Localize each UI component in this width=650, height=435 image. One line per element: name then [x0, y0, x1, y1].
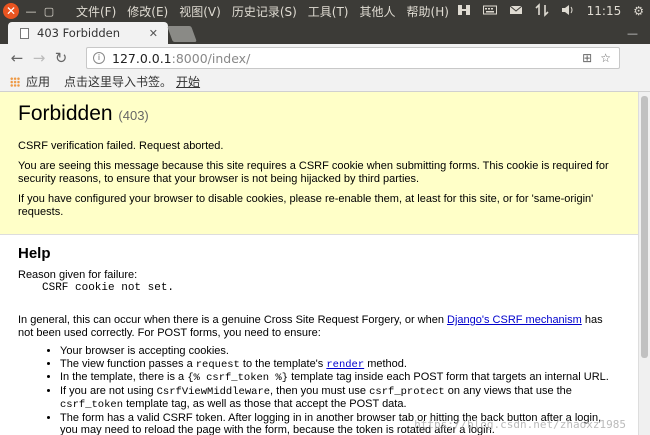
address-bar[interactable]: i 127.0.0.1:8000/index/ ⊞ ☆	[86, 47, 620, 69]
code-request: request	[195, 358, 240, 371]
back-arrow-icon[interactable]: ←	[6, 49, 28, 67]
code-csrf-token: csrf_token	[60, 399, 124, 411]
page-viewport: Forbidden (403) CSRF verification failed…	[0, 92, 638, 435]
menu-tools[interactable]: 工具(T)	[308, 3, 349, 20]
scrollbar-thumb[interactable]	[641, 96, 648, 358]
mail-icon[interactable]	[509, 3, 523, 20]
help-heading: Help	[18, 245, 51, 262]
keyboard-icon[interactable]	[482, 3, 497, 20]
list-item: If you are not using CsrfViewMiddleware,…	[60, 385, 620, 412]
code-csrf-protect: csrf_protect	[369, 385, 445, 398]
window-minimize-button[interactable]: —	[22, 0, 40, 22]
help-section: Help Reason given for failure: CSRF cook…	[0, 235, 638, 435]
bookmark-import-hint[interactable]: 点击这里导入书签。	[64, 73, 172, 90]
tab-close-icon[interactable]: ✕	[149, 27, 158, 40]
watermark: https://blog.csdn.net/zhaoxz1985	[414, 418, 626, 431]
csrf-docs-link[interactable]: Django's CSRF mechanism	[447, 314, 582, 326]
os-top-panel: ✕ — ▢ 文件(F) 修改(E) 视图(V) 历史记录(S) 工具(T) 其他…	[0, 0, 650, 22]
translate-icon[interactable]: ⊞	[582, 51, 592, 65]
clock[interactable]: 11:15	[587, 4, 622, 18]
reload-icon[interactable]: ↻	[50, 49, 72, 67]
tray-app-icon[interactable]	[457, 3, 471, 20]
tab-active[interactable]: 403 Forbidden ✕	[8, 22, 168, 44]
close-icon: ✕	[3, 3, 19, 19]
window-close-button[interactable]: ✕	[0, 0, 22, 22]
intro-text: In general, this can occur when there is…	[18, 314, 448, 326]
status-code: (403)	[118, 108, 149, 123]
url-host: 127.0.0.1	[112, 50, 172, 66]
bookmarks-bar: 应用 点击这里导入书签。 开始	[0, 72, 650, 92]
summary-p2: You are seeing this message because this…	[18, 160, 609, 185]
site-info-icon[interactable]: i	[93, 52, 105, 64]
menu-edit[interactable]: 修改(E)	[127, 3, 168, 20]
menu-others[interactable]: 其他人	[360, 3, 396, 20]
summary-p3: If you have configured your browser to d…	[18, 193, 594, 218]
reason-label: Reason given for failure:	[18, 269, 138, 281]
minimize-icon[interactable]: —	[627, 27, 638, 40]
menu-file[interactable]: 文件(F)	[76, 3, 116, 20]
tab-title: 403 Forbidden	[37, 26, 121, 40]
app-menu: 文件(F) 修改(E) 视图(V) 历史记录(S) 工具(T) 其他人 帮助(H…	[76, 3, 460, 20]
list-item: In the template, there is a {% csrf_toke…	[60, 371, 620, 385]
tab-strip: 403 Forbidden ✕ —	[0, 22, 650, 44]
help-intro: In general, this can occur when there is…	[18, 314, 620, 340]
bookmark-star-icon[interactable]: ☆	[600, 51, 611, 65]
menu-view[interactable]: 视图(V)	[179, 3, 221, 20]
url-path: :8000/index/	[171, 50, 251, 66]
menu-history[interactable]: 历史记录(S)	[232, 3, 297, 20]
list-item: The view function passes a request to th…	[60, 358, 620, 372]
vertical-scrollbar[interactable]	[638, 92, 650, 435]
menu-help[interactable]: 帮助(H)	[407, 3, 449, 20]
page-icon	[20, 27, 29, 39]
reason-text: CSRF cookie not set.	[42, 282, 175, 294]
volume-icon[interactable]	[561, 3, 575, 20]
browser-toolbar: ← → ↻ i 127.0.0.1:8000/index/ ⊞ ☆ ⋮	[0, 44, 650, 108]
forward-arrow-icon[interactable]: →	[28, 49, 50, 67]
new-tab-button[interactable]	[167, 26, 197, 42]
page-title: Forbidden (403)	[18, 102, 620, 126]
code-middleware: CsrfViewMiddleware	[156, 385, 271, 398]
list-item: Your browser is accepting cookies.	[60, 345, 620, 358]
code-csrf-token-tag: {% csrf_token %}	[187, 372, 289, 384]
settings-gear-icon[interactable]: ⚙	[633, 4, 644, 18]
bookmark-start-link[interactable]: 开始	[176, 73, 200, 90]
window-maximize-button[interactable]: ▢	[40, 0, 58, 22]
window-controls: —	[590, 22, 650, 44]
summary-p1: CSRF verification failed. Request aborte…	[18, 140, 224, 152]
render-link[interactable]: render	[326, 358, 364, 371]
summary-box: Forbidden (403) CSRF verification failed…	[0, 92, 638, 235]
title-text: Forbidden	[18, 102, 113, 125]
bookmark-apps[interactable]: 应用	[26, 73, 50, 90]
apps-grid-icon	[10, 76, 20, 87]
system-tray: 11:15 ⚙	[445, 0, 650, 22]
network-icon[interactable]	[535, 2, 549, 20]
